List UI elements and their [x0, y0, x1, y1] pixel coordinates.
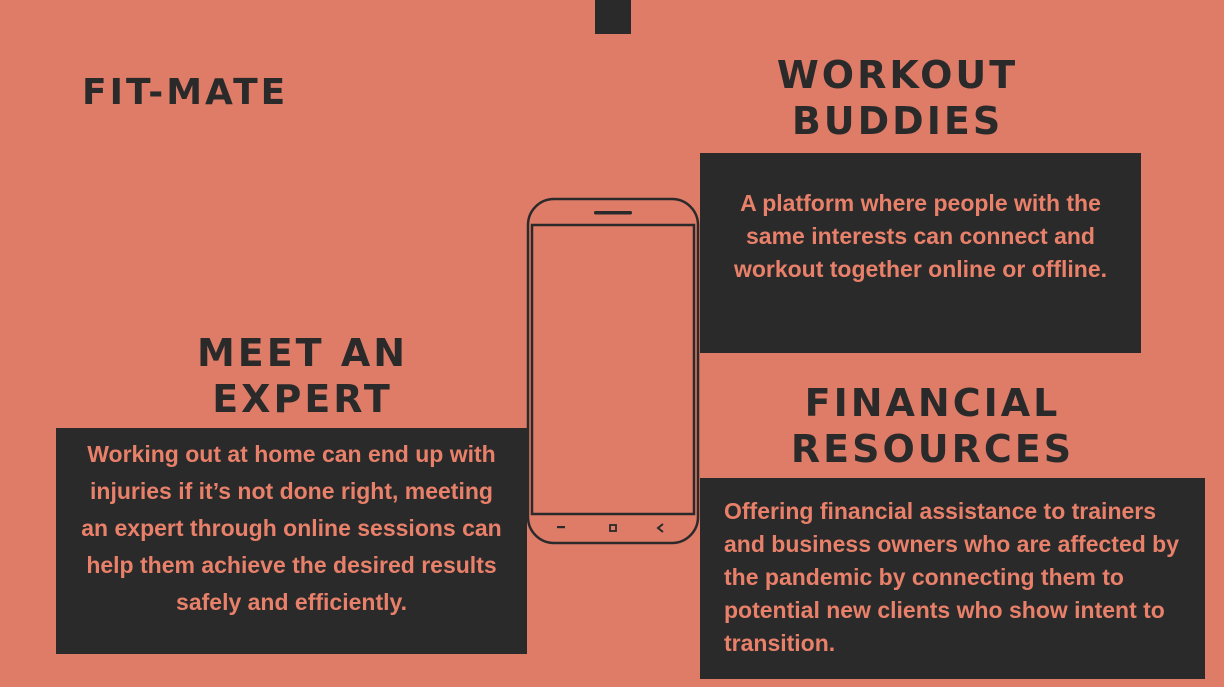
smartphone-outline-icon: [526, 197, 700, 545]
financial-resources-description: Offering financial assistance to trainer…: [724, 498, 1180, 656]
workout-buddies-description: A platform where people with the same in…: [733, 190, 1108, 282]
top-accent-bar: [595, 0, 631, 34]
meet-an-expert-heading: MEET AN EXPERT: [196, 331, 409, 421]
workout-buddies-card: A platform where people with the same in…: [700, 153, 1141, 353]
meet-an-expert-card: Working out at home can end up with inju…: [56, 428, 527, 654]
phone-screen: [530, 223, 696, 516]
square-icon: [609, 524, 617, 532]
brand-title: FIT-MATE: [82, 72, 289, 113]
phone-body: [526, 197, 700, 545]
financial-resources-card: Offering financial assistance to trainer…: [700, 478, 1205, 679]
financial-resources-heading: FINANCIAL RESOURCES: [790, 381, 1075, 471]
slide: FIT-MATE WORKOUT BUDDIES A platform wher…: [0, 0, 1224, 687]
minus-icon: [557, 526, 565, 529]
workout-buddies-heading: WORKOUT BUDDIES: [776, 53, 1019, 143]
meet-an-expert-description: Working out at home can end up with inju…: [81, 441, 502, 615]
chevron-left-icon: [656, 523, 664, 533]
phone-speaker: [594, 211, 632, 215]
